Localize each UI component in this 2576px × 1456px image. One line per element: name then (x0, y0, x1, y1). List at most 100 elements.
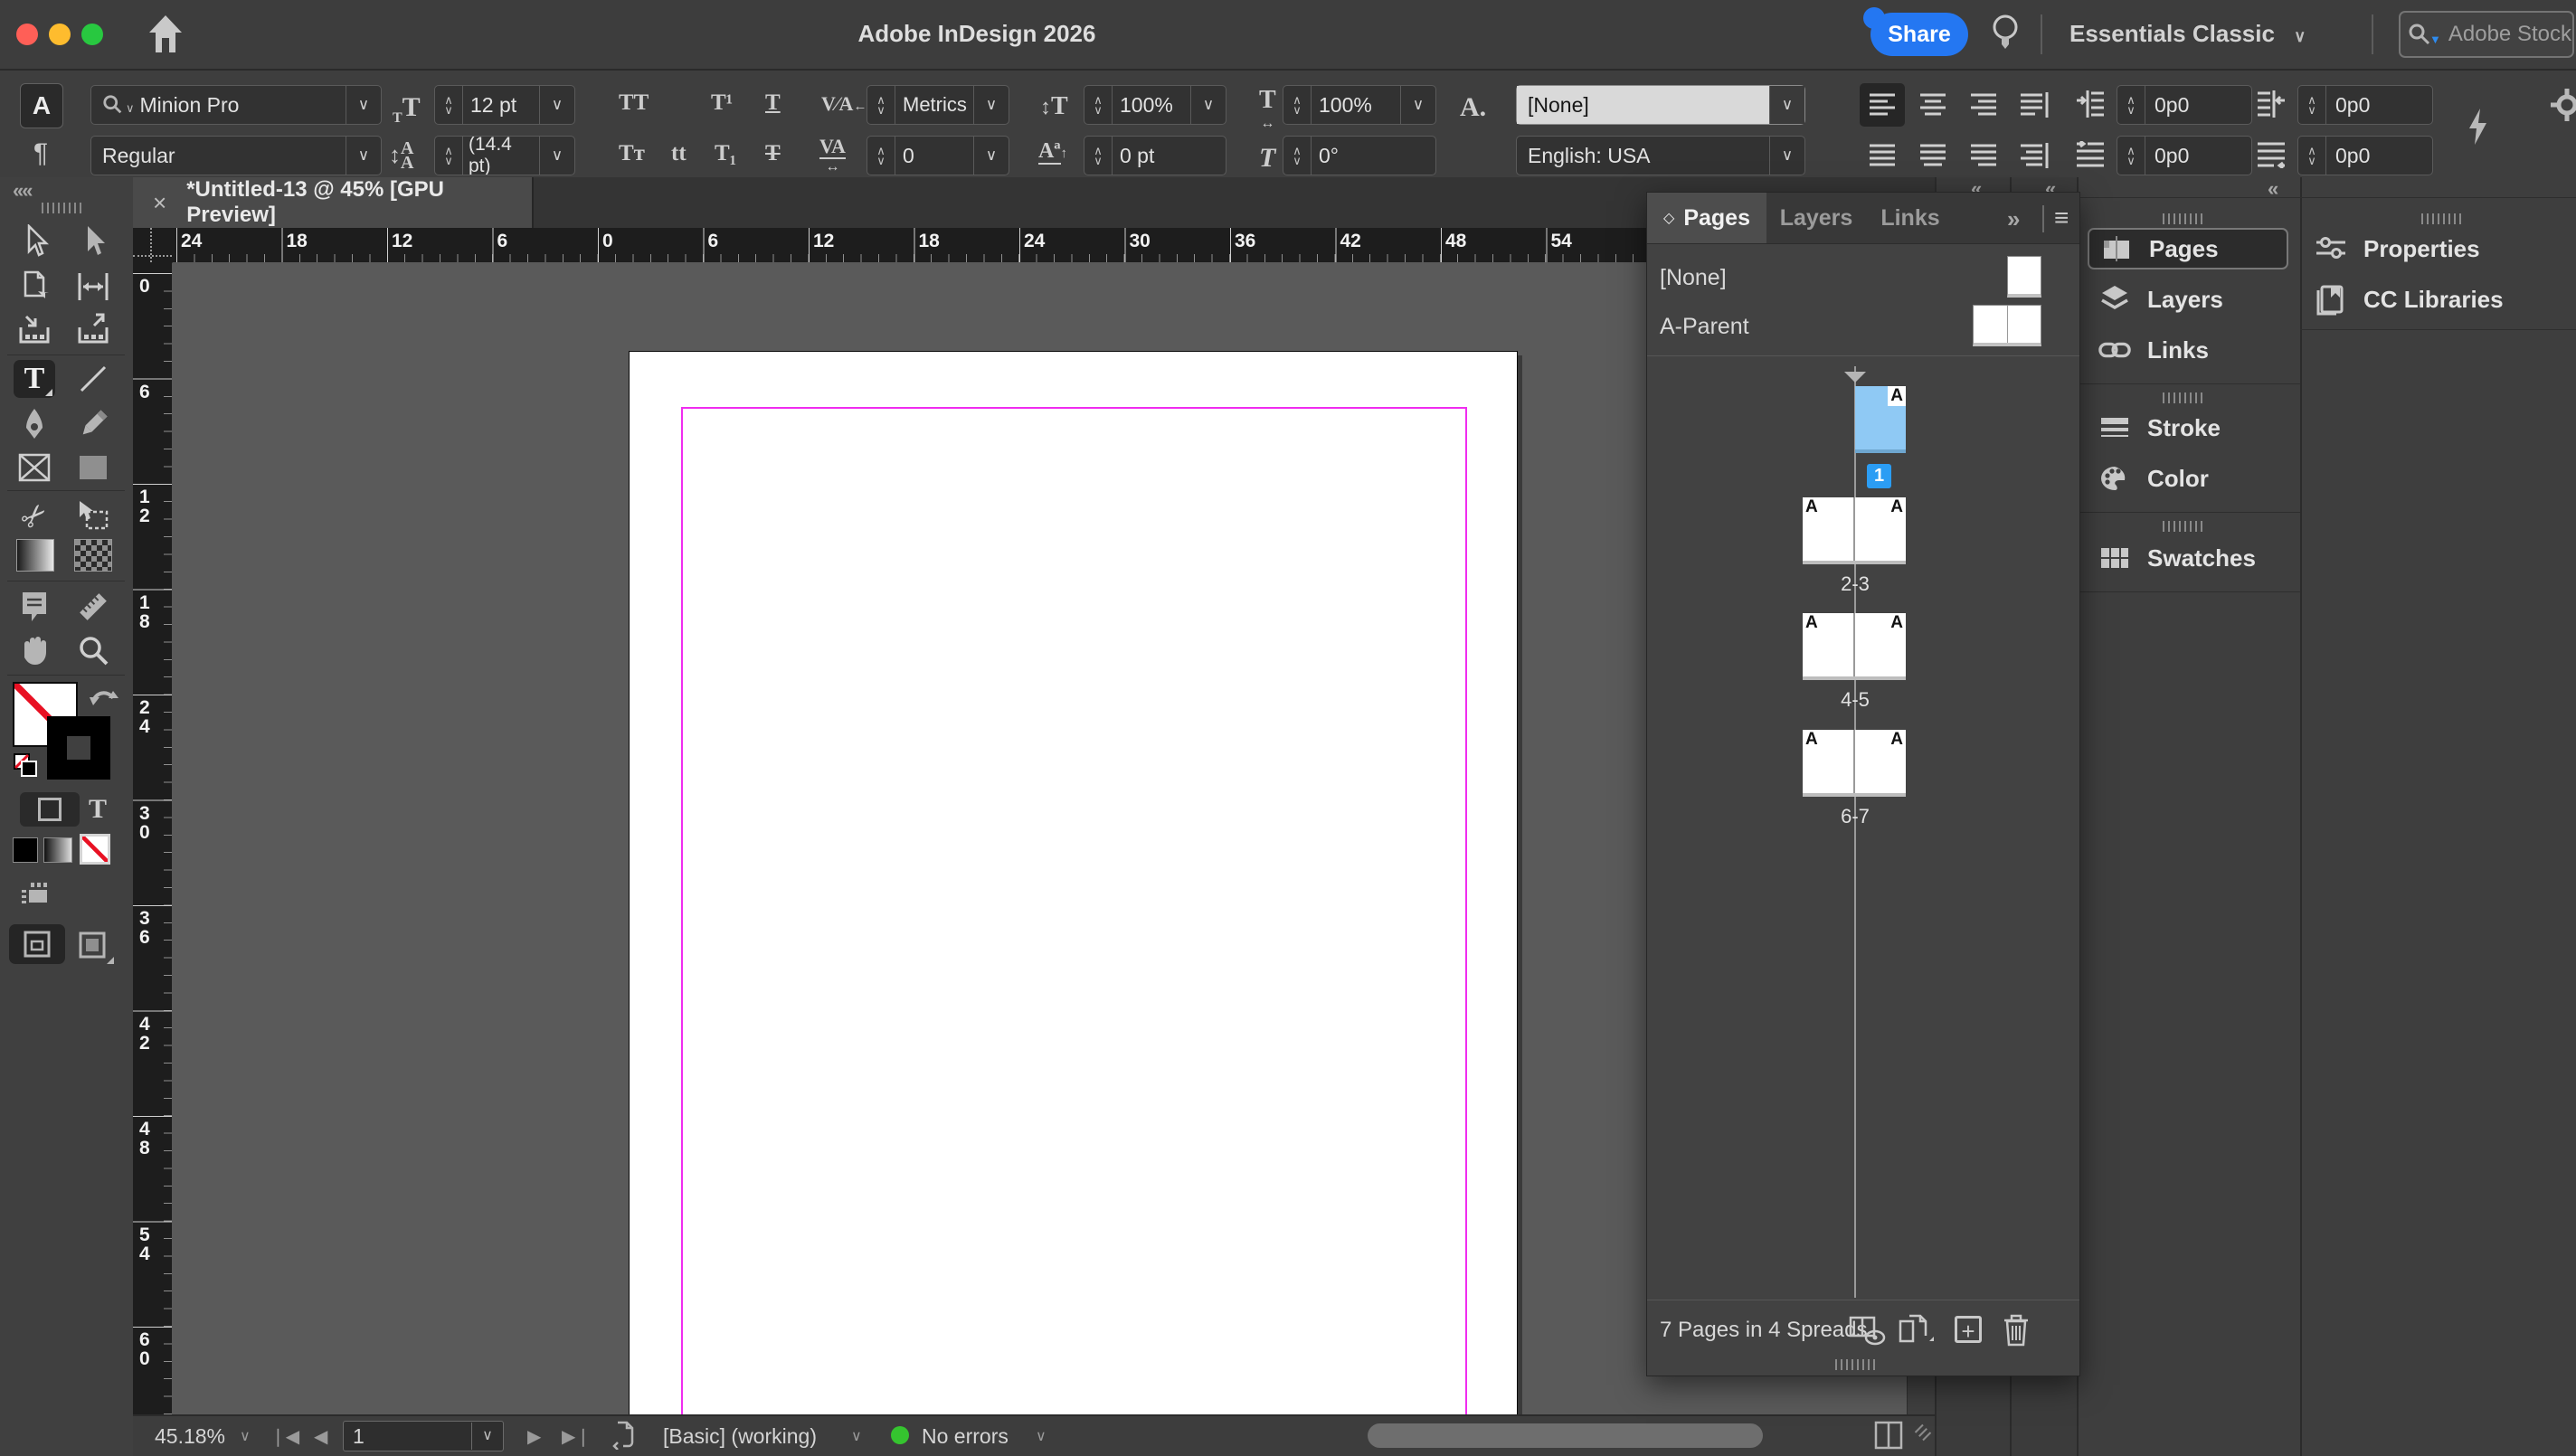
panel-menu-icon[interactable]: ≡ (2054, 203, 2069, 232)
panel-options-gear-icon[interactable] (2549, 87, 2576, 123)
create-new-page-icon[interactable]: + (1955, 1316, 1982, 1344)
ligatures-toggle[interactable]: tt (671, 141, 687, 166)
align-left-button[interactable] (1860, 83, 1905, 127)
vertical-ruler[interactable]: 0 6 12 18 24 30 36 42 48 54 60 (133, 262, 172, 1418)
adobe-stock-search[interactable]: ▼ Adobe Stock (2399, 11, 2574, 58)
strikethrough-toggle[interactable]: T (765, 141, 781, 166)
page-1-thumbnail[interactable]: A (1855, 386, 1906, 453)
justify-all-button[interactable] (1860, 134, 1905, 177)
gradient-feather-tool[interactable] (74, 539, 112, 572)
previous-page-button[interactable]: ◀ (314, 1425, 327, 1448)
stepper[interactable]: ∧ ∨ (2298, 137, 2326, 175)
page-1-number-badge[interactable]: 1 (1867, 464, 1891, 488)
horizontal-scale-field[interactable]: ∧ ∨ 100% ∨ (1283, 85, 1436, 125)
gap-tool[interactable] (72, 268, 114, 306)
leading-field[interactable]: ∧ ∨ (14.4 pt) ∨ (434, 136, 575, 175)
hand-tool[interactable] (14, 631, 55, 669)
spread-6-7-label[interactable]: 6-7 (1801, 805, 1909, 828)
content-placer-tool[interactable] (72, 311, 114, 349)
parent-a-thumbnail[interactable] (1973, 305, 2041, 346)
font-style-combo[interactable]: Regular ∨ (90, 136, 382, 175)
document-tab[interactable]: × *Untitled-13 @ 45% [GPU Preview] (133, 177, 534, 228)
tab-layers[interactable]: Layers (1768, 193, 1864, 243)
kerning-field[interactable]: ∧ ∨ Metrics ∨ (867, 85, 1009, 125)
stepper[interactable]: ∧ ∨ (2298, 86, 2326, 124)
underline-toggle[interactable]: T (765, 90, 781, 116)
zoom-window-button[interactable] (81, 24, 103, 45)
dock-grip[interactable] (2421, 213, 2461, 224)
first-page-button[interactable]: ❘◀ (270, 1425, 299, 1448)
expand-panel-chevrons-icon[interactable]: » (2007, 205, 2021, 233)
default-fill-stroke-icon[interactable] (13, 752, 40, 780)
minimize-window-button[interactable] (49, 24, 71, 45)
align-center-button[interactable] (1910, 83, 1956, 127)
zoom-level[interactable]: 45.18% (155, 1424, 225, 1449)
panel-resize-grip[interactable] (1835, 1359, 1875, 1370)
formatting-affects-text-button[interactable]: T (89, 794, 107, 825)
measure-tool[interactable] (72, 588, 114, 626)
stepper[interactable]: ∧ ∨ (1283, 137, 1312, 175)
window-resize-grip[interactable] (1914, 1423, 1932, 1442)
direct-selection-tool[interactable] (72, 222, 114, 260)
left-indent-field[interactable]: ∧ ∨ 0p0 (2117, 85, 2252, 125)
selection-tool[interactable] (14, 222, 55, 260)
home-icon[interactable] (147, 13, 184, 54)
tools-grip[interactable] (42, 203, 81, 213)
parent-none-label[interactable]: [None] (1660, 265, 1727, 291)
pencil-tool[interactable] (72, 405, 114, 443)
quick-actions-lightning-icon[interactable] (2464, 107, 2491, 147)
next-page-button[interactable]: ▶ (527, 1425, 541, 1448)
spread-2-3-thumbnail[interactable]: A A (1803, 497, 1906, 564)
document-page[interactable] (629, 351, 1518, 1414)
stepper[interactable]: ∧ ∨ (1283, 86, 1312, 124)
close-tab-icon[interactable]: × (153, 189, 166, 217)
ruler-origin-box[interactable] (133, 228, 173, 263)
preview-mode-button[interactable] (72, 926, 114, 964)
stepper[interactable]: ∧ ∨ (1084, 137, 1113, 175)
superscript-toggle[interactable]: T¹ (711, 90, 733, 116)
tracking-field[interactable]: ∧ ∨ 0 ∨ (867, 136, 1009, 175)
zoom-tool[interactable] (72, 631, 114, 669)
character-style-combo[interactable]: [None] ∨ (1516, 85, 1805, 125)
spread-4-5-thumbnail[interactable]: A A (1803, 613, 1906, 680)
font-family-combo[interactable]: ∨ Minion Pro ∨ (90, 85, 382, 125)
discover-lightbulb-icon[interactable] (1990, 13, 2021, 56)
close-window-button[interactable] (16, 24, 38, 45)
tab-pages[interactable]: ◇ Pages (1647, 193, 1766, 243)
normal-view-mode-button[interactable] (9, 924, 65, 964)
errors-status[interactable]: No errors (922, 1424, 1009, 1449)
dock-grip[interactable] (2163, 521, 2202, 532)
dock-button-layers[interactable]: Layers (2098, 280, 2288, 318)
parent-none-thumbnail[interactable] (2007, 256, 2041, 298)
apply-none-button[interactable] (80, 834, 110, 865)
swap-fill-stroke-icon[interactable] (89, 684, 119, 711)
spread-6-7-thumbnail[interactable]: A A (1803, 730, 1906, 797)
note-tool[interactable] (14, 588, 55, 626)
page-tool[interactable] (14, 268, 55, 306)
justify-left-button[interactable] (2012, 83, 2057, 127)
rectangle-frame-tool[interactable] (14, 449, 55, 487)
preflight-profile[interactable]: [Basic] (working) (663, 1424, 817, 1449)
new-spread-icon[interactable] (1897, 1312, 1935, 1347)
stepper[interactable]: ∧ ∨ (435, 137, 463, 175)
right-indent-field[interactable]: ∧ ∨ 0p0 (2297, 85, 2433, 125)
apply-gradient-button[interactable] (43, 837, 72, 863)
dock-button-swatches[interactable]: Swatches (2098, 539, 2288, 577)
subscript-toggle[interactable]: T₁ (715, 141, 736, 166)
free-transform-tool[interactable] (72, 497, 114, 535)
first-line-indent-field[interactable]: ∧ ∨ 0p0 (2117, 136, 2252, 175)
dock-grip[interactable] (2163, 392, 2202, 403)
all-caps-toggle[interactable]: TT (619, 90, 649, 116)
baseline-shift-field[interactable]: ∧ ∨ 0 pt (1084, 136, 1226, 175)
content-collector-tool[interactable] (14, 311, 55, 349)
dock-button-cc-libraries[interactable]: CC Libraries (2315, 280, 2568, 318)
dock-button-links[interactable]: Links (2098, 331, 2288, 369)
stepper[interactable]: ∧ ∨ (2117, 137, 2145, 175)
paragraph-formatting-button[interactable]: ¶ (20, 134, 62, 174)
language-combo[interactable]: English: USA ∨ (1516, 136, 1805, 175)
apply-color-button[interactable] (13, 837, 38, 863)
stepper[interactable]: ∧ ∨ (867, 137, 895, 175)
justify-center-button[interactable] (1910, 134, 1956, 177)
parent-a-label[interactable]: A-Parent (1660, 314, 1749, 340)
horizontal-scrollbar-thumb[interactable] (1368, 1423, 1763, 1448)
